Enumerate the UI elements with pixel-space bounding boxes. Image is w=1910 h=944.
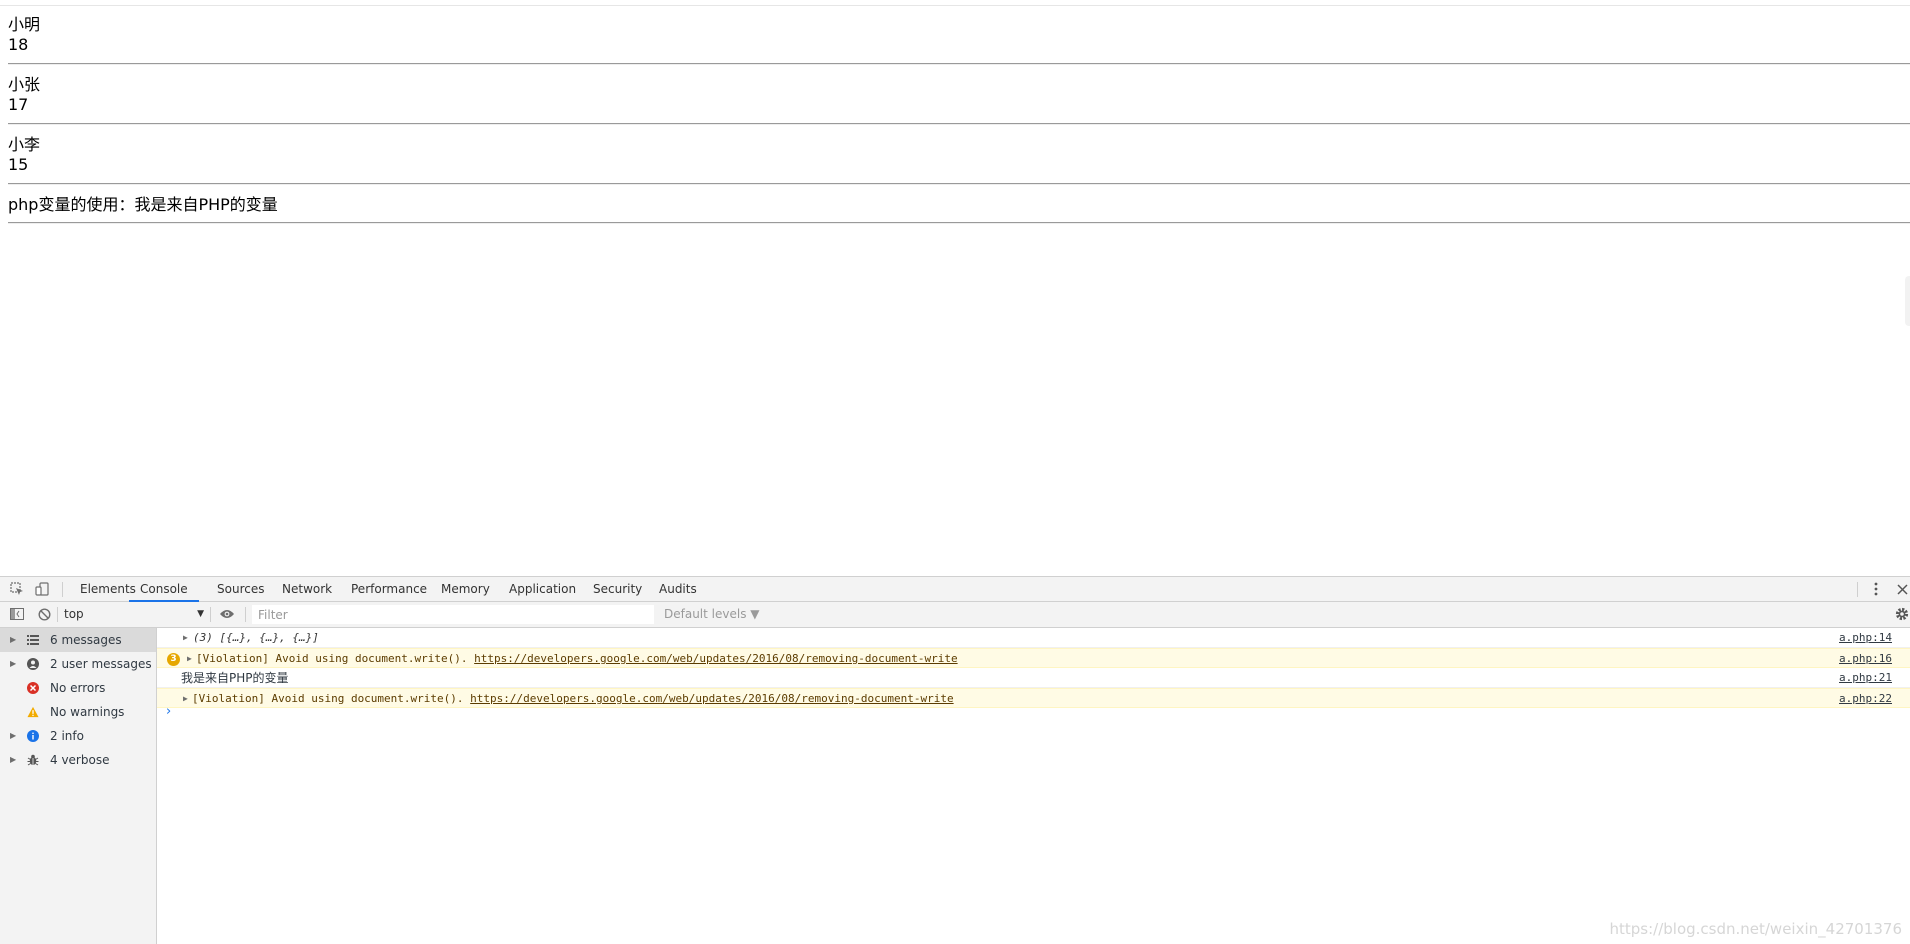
person-name: 小明 xyxy=(8,15,41,34)
violation-text: [Violation] Avoid using document.write()… xyxy=(192,692,471,705)
sidebar-item-messages[interactable]: ▶ 6 messages xyxy=(0,628,156,652)
bug-icon xyxy=(27,754,39,766)
clear-console-icon[interactable] xyxy=(36,606,52,622)
violation-link[interactable]: https://developers.google.com/web/update… xyxy=(474,652,957,665)
expand-triangle-icon[interactable]: ▶ xyxy=(10,748,16,772)
context-value: top xyxy=(64,607,84,621)
inspect-element-icon[interactable] xyxy=(9,581,25,597)
tabbar-separator xyxy=(62,582,63,597)
sidebar-item-label: 4 verbose xyxy=(50,753,110,767)
console-output: ▶ (3) [{…}, {…}, {…}] a.php:14 3 ▶ [Viol… xyxy=(157,628,1910,944)
tabbar-separator xyxy=(1857,582,1858,597)
php-variable-line: php变量的使用：我是来自PHP的变量 xyxy=(8,195,278,214)
console-violation-message[interactable]: 3 ▶ [Violation] Avoid using document.wri… xyxy=(157,648,1910,668)
message-text: (3) [{…}, {…}, {…}] xyxy=(193,631,319,644)
tab-application[interactable]: Application xyxy=(509,577,576,602)
divider xyxy=(8,183,1910,185)
tab-security[interactable]: Security xyxy=(593,577,642,602)
tab-console[interactable]: Console xyxy=(129,577,199,602)
sidebar-item-errors[interactable]: No errors xyxy=(0,676,156,700)
sidebar-item-label: No errors xyxy=(50,681,106,695)
person-age: 17 xyxy=(8,95,29,114)
divider xyxy=(8,123,1910,125)
scroll-handle[interactable] xyxy=(1905,276,1910,326)
toolbar-separator xyxy=(57,607,58,622)
console-violation-message[interactable]: ▶ [Violation] Avoid using document.write… xyxy=(157,688,1910,708)
sidebar-item-label: 2 user messages xyxy=(50,657,152,671)
user-icon xyxy=(27,658,39,670)
filter-input[interactable] xyxy=(252,605,654,624)
divider xyxy=(8,63,1910,65)
toolbar-separator xyxy=(210,607,211,622)
dropdown-arrow-icon: ▼ xyxy=(197,609,204,619)
close-icon[interactable] xyxy=(1894,581,1910,597)
violation-text: [Violation] Avoid using document.write()… xyxy=(196,652,475,665)
device-toolbar-icon[interactable] xyxy=(34,581,50,597)
message-source-link[interactable]: a.php:14 xyxy=(1839,628,1892,648)
tab-elements[interactable]: Elements xyxy=(80,577,136,602)
console-message[interactable]: 我是来自PHP的变量 a.php:21 xyxy=(157,668,1910,688)
violation-link[interactable]: https://developers.google.com/web/update… xyxy=(470,692,953,705)
top-divider xyxy=(0,5,1910,6)
list-icon xyxy=(27,634,39,646)
sidebar-toggle-icon[interactable] xyxy=(9,606,25,622)
sidebar-item-verbose[interactable]: ▶ 4 verbose xyxy=(0,748,156,772)
toolbar-separator xyxy=(245,607,246,622)
tab-memory[interactable]: Memory xyxy=(441,577,490,602)
devtools-tabbar: Elements Console Sources Network Perform… xyxy=(0,576,1910,602)
sidebar-item-info[interactable]: ▶ 2 info xyxy=(0,724,156,748)
devtools-panel: Elements Console Sources Network Perform… xyxy=(0,576,1910,944)
sidebar-item-label: 2 info xyxy=(50,729,84,743)
more-options-icon[interactable] xyxy=(1868,581,1884,597)
context-selector[interactable]: top ▼ xyxy=(64,606,204,623)
person-entry: 小明 18 xyxy=(8,15,40,55)
console-message[interactable]: ▶ (3) [{…}, {…}, {…}] a.php:14 xyxy=(157,628,1910,648)
expand-triangle-icon[interactable]: ▶ xyxy=(183,689,188,709)
tab-sources[interactable]: Sources xyxy=(217,577,264,602)
tab-performance[interactable]: Performance xyxy=(351,577,427,602)
info-icon xyxy=(27,730,39,742)
divider xyxy=(8,222,1910,224)
sidebar-item-label: 6 messages xyxy=(50,633,122,647)
warning-icon xyxy=(27,706,39,718)
message-source-link[interactable]: a.php:22 xyxy=(1839,689,1892,709)
tab-audits[interactable]: Audits xyxy=(659,577,697,602)
expand-triangle-icon[interactable]: ▶ xyxy=(10,652,16,676)
message-source-link[interactable]: a.php:16 xyxy=(1839,649,1892,669)
person-entry: 小张 17 xyxy=(8,75,40,115)
person-entry: 小李 15 xyxy=(8,135,40,175)
gear-icon[interactable] xyxy=(1894,606,1910,622)
expand-triangle-icon[interactable]: ▶ xyxy=(10,724,16,748)
console-toolbar: top ▼ Default levels ▼ xyxy=(0,602,1910,628)
expand-triangle-icon[interactable]: ▶ xyxy=(187,649,192,669)
eye-icon[interactable] xyxy=(219,606,235,622)
sidebar-item-label: No warnings xyxy=(50,705,125,719)
error-icon xyxy=(27,682,39,694)
person-name: 小李 xyxy=(8,135,41,154)
page-content: 小明 18 小张 17 小李 15 php变量的使用：我是来自PHP的变量 xyxy=(0,0,1910,576)
log-levels-dropdown[interactable]: Default levels ▼ xyxy=(664,602,760,627)
console-prompt[interactable]: › xyxy=(166,704,171,719)
person-name: 小张 xyxy=(8,75,41,94)
person-age: 15 xyxy=(8,155,29,174)
expand-triangle-icon[interactable]: ▶ xyxy=(10,628,16,652)
message-text: [Violation] Avoid using document.write()… xyxy=(196,649,958,669)
sidebar-item-user-messages[interactable]: ▶ 2 user messages xyxy=(0,652,156,676)
message-text: 我是来自PHP的变量 xyxy=(181,671,289,685)
message-source-link[interactable]: a.php:21 xyxy=(1839,668,1892,688)
expand-triangle-icon[interactable]: ▶ xyxy=(183,628,188,648)
watermark: https://blog.csdn.net/weixin_42701376 xyxy=(1609,920,1902,938)
tab-network[interactable]: Network xyxy=(282,577,332,602)
person-age: 18 xyxy=(8,35,29,54)
repeat-count-badge: 3 xyxy=(167,653,180,666)
console-sidebar: ▶ 6 messages ▶ 2 user messages No errors… xyxy=(0,628,157,944)
sidebar-item-warnings[interactable]: No warnings xyxy=(0,700,156,724)
message-text: [Violation] Avoid using document.write()… xyxy=(192,689,954,709)
